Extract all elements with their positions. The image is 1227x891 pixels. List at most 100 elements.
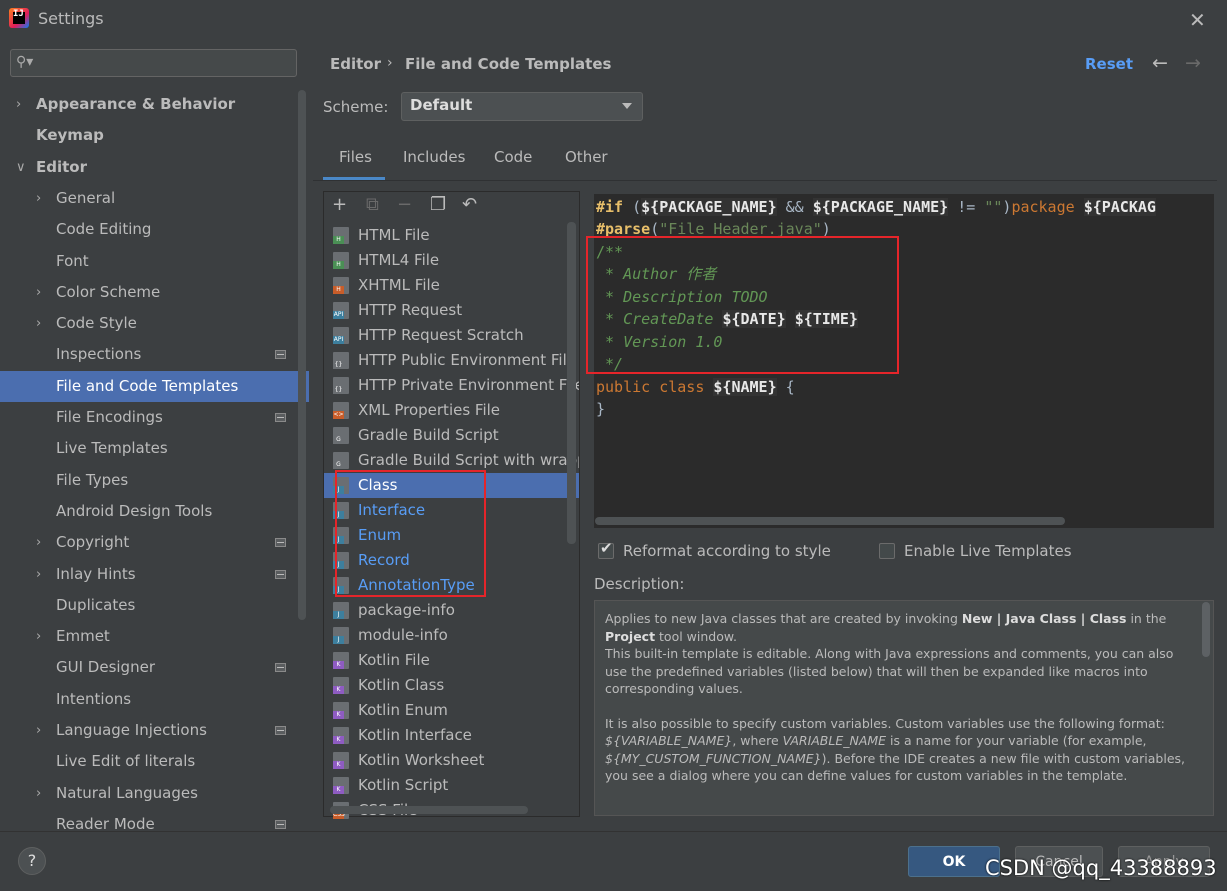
sidebar-item[interactable]: › Emmet bbox=[0, 621, 309, 652]
sidebar-item[interactable]: › Code Style bbox=[0, 308, 309, 339]
active-tab-indicator bbox=[323, 177, 385, 180]
reset-icon[interactable]: ↶ bbox=[462, 194, 477, 215]
highlight-annotation-box bbox=[586, 236, 899, 374]
sidebar-item[interactable]: › Language Injections bbox=[0, 715, 309, 746]
tab-includes[interactable]: Includes bbox=[403, 148, 465, 166]
template-list-item-label: HTML4 File bbox=[358, 251, 440, 269]
reformat-label[interactable]: Reformat according to style bbox=[623, 542, 831, 560]
sidebar-item[interactable]: Keymap bbox=[0, 120, 309, 151]
project-settings-icon bbox=[275, 820, 286, 829]
sidebar-item[interactable]: GUI Designer bbox=[0, 652, 309, 683]
sidebar-item[interactable]: › Appearance & Behavior bbox=[0, 89, 309, 120]
nav-scrollbar[interactable] bbox=[298, 90, 306, 620]
template-list-item[interactable]: API HTTP Request bbox=[324, 298, 579, 323]
template-list-scrollbar[interactable] bbox=[567, 222, 576, 544]
chevron-right-icon[interactable]: › bbox=[16, 89, 21, 120]
back-arrow-icon[interactable]: ← bbox=[1152, 52, 1168, 74]
code-line-1: #if (${PACKAGE_NAME} && ${PACKAGE_NAME} … bbox=[596, 198, 1156, 216]
template-list-item[interactable]: H HTML4 File bbox=[324, 248, 579, 273]
template-list-item-label: Kotlin Class bbox=[358, 676, 445, 694]
chevron-right-icon[interactable]: › bbox=[36, 527, 41, 558]
live-templates-checkbox[interactable] bbox=[879, 543, 895, 559]
sidebar-item[interactable]: › Copyright bbox=[0, 527, 309, 558]
chevron-right-icon[interactable]: › bbox=[36, 715, 41, 746]
sidebar-item[interactable]: Duplicates bbox=[0, 590, 309, 621]
sidebar-item-label: Copyright bbox=[56, 533, 130, 551]
template-list-item-label: Kotlin File bbox=[358, 651, 430, 669]
breadcrumb-separator: › bbox=[387, 55, 393, 71]
chevron-down-icon[interactable]: ∨ bbox=[16, 152, 26, 183]
template-list-item[interactable]: H HTML File bbox=[324, 223, 579, 248]
sidebar-item[interactable]: Android Design Tools bbox=[0, 496, 309, 527]
sidebar-item[interactable]: Code Editing bbox=[0, 214, 309, 245]
reset-button[interactable]: Reset bbox=[1085, 55, 1133, 73]
sidebar-item[interactable]: › Color Scheme bbox=[0, 277, 309, 308]
duplicate-icon[interactable]: ❐ bbox=[430, 194, 446, 215]
template-list-item[interactable]: K Kotlin Enum bbox=[324, 698, 579, 723]
description-scrollbar[interactable] bbox=[1202, 602, 1210, 657]
template-list-item[interactable]: K Kotlin Interface bbox=[324, 723, 579, 748]
search-input[interactable] bbox=[10, 49, 297, 77]
watermark: CSDN @qq_43388893 bbox=[985, 856, 1217, 880]
breadcrumb-parent[interactable]: Editor bbox=[330, 55, 381, 73]
tab-code[interactable]: Code bbox=[494, 148, 532, 166]
template-list-item[interactable]: Jmodule-info bbox=[324, 623, 579, 648]
sidebar-item-label: Font bbox=[56, 252, 89, 270]
template-list-item[interactable]: API HTTP Request Scratch bbox=[324, 323, 579, 348]
sidebar-item[interactable]: Intentions bbox=[0, 684, 309, 715]
remove-icon[interactable]: − bbox=[397, 194, 412, 215]
chevron-right-icon[interactable]: › bbox=[36, 778, 41, 809]
template-list-item[interactable]: {} HTTP Public Environment File bbox=[324, 348, 579, 373]
sidebar-item-label: Emmet bbox=[56, 627, 110, 645]
template-list-item-label: module-info bbox=[358, 626, 448, 644]
sidebar-item[interactable]: Font bbox=[0, 246, 309, 277]
template-list-item-label: HTTP Private Environment File bbox=[358, 376, 579, 394]
template-list-item[interactable]: K Kotlin File bbox=[324, 648, 579, 673]
chevron-right-icon[interactable]: › bbox=[36, 559, 41, 590]
template-list-item[interactable]: <> XML Properties File bbox=[324, 398, 579, 423]
sidebar-item[interactable]: Live Edit of literals bbox=[0, 746, 309, 777]
sidebar-item[interactable]: › General bbox=[0, 183, 309, 214]
file-type-badge: K bbox=[333, 736, 344, 744]
template-list-item[interactable]: H XHTML File bbox=[324, 273, 579, 298]
sidebar-item-label: Intentions bbox=[56, 690, 132, 708]
chevron-right-icon[interactable]: › bbox=[36, 277, 41, 308]
sidebar-item[interactable]: ∨ Editor bbox=[0, 152, 309, 183]
sidebar-item-label: Android Design Tools bbox=[56, 502, 213, 520]
file-type-badge: K bbox=[333, 661, 344, 669]
sidebar-item[interactable]: Inspections bbox=[0, 339, 309, 370]
chevron-right-icon[interactable]: › bbox=[36, 308, 41, 339]
template-list-item[interactable]: G Gradle Build Script bbox=[324, 423, 579, 448]
template-list-item[interactable]: K Kotlin Class bbox=[324, 673, 579, 698]
chevron-right-icon[interactable]: › bbox=[36, 183, 41, 214]
project-settings-icon bbox=[275, 350, 286, 359]
template-list-item[interactable]: {} HTTP Private Environment File bbox=[324, 373, 579, 398]
template-list-item[interactable]: K Kotlin Script bbox=[324, 773, 579, 798]
template-list-item[interactable]: K Kotlin Worksheet bbox=[324, 748, 579, 773]
add-icon[interactable]: + bbox=[332, 194, 347, 215]
sidebar-item[interactable]: File Encodings bbox=[0, 402, 309, 433]
template-list-item[interactable]: Jpackage-info bbox=[324, 598, 579, 623]
copy-child-icon[interactable]: ⧉ bbox=[366, 194, 379, 215]
scheme-value: Default bbox=[410, 96, 473, 114]
template-list-item-label: XHTML File bbox=[358, 276, 440, 294]
template-list-hscrollbar[interactable] bbox=[330, 806, 528, 814]
help-button[interactable]: ? bbox=[18, 847, 46, 875]
file-type-icon: H bbox=[333, 227, 349, 244]
sidebar-item[interactable]: Live Templates bbox=[0, 433, 309, 464]
file-type-icon: API bbox=[333, 327, 349, 344]
sidebar-item[interactable]: › Natural Languages bbox=[0, 778, 309, 809]
tab-files[interactable]: Files bbox=[339, 148, 372, 166]
sidebar-item[interactable]: File Types bbox=[0, 465, 309, 496]
editor-hscrollbar[interactable] bbox=[595, 517, 1065, 525]
live-templates-label[interactable]: Enable Live Templates bbox=[904, 542, 1072, 560]
file-type-icon: K bbox=[333, 777, 349, 794]
tab-other[interactable]: Other bbox=[565, 148, 608, 166]
file-type-badge: K bbox=[333, 786, 344, 794]
chevron-right-icon[interactable]: › bbox=[36, 621, 41, 652]
forward-arrow-icon[interactable]: → bbox=[1185, 52, 1201, 74]
sidebar-item[interactable]: › Inlay Hints bbox=[0, 559, 309, 590]
sidebar-item[interactable]: File and Code Templates bbox=[0, 371, 309, 402]
window-title: Settings bbox=[38, 9, 104, 28]
close-icon[interactable]: ✕ bbox=[1189, 8, 1206, 32]
